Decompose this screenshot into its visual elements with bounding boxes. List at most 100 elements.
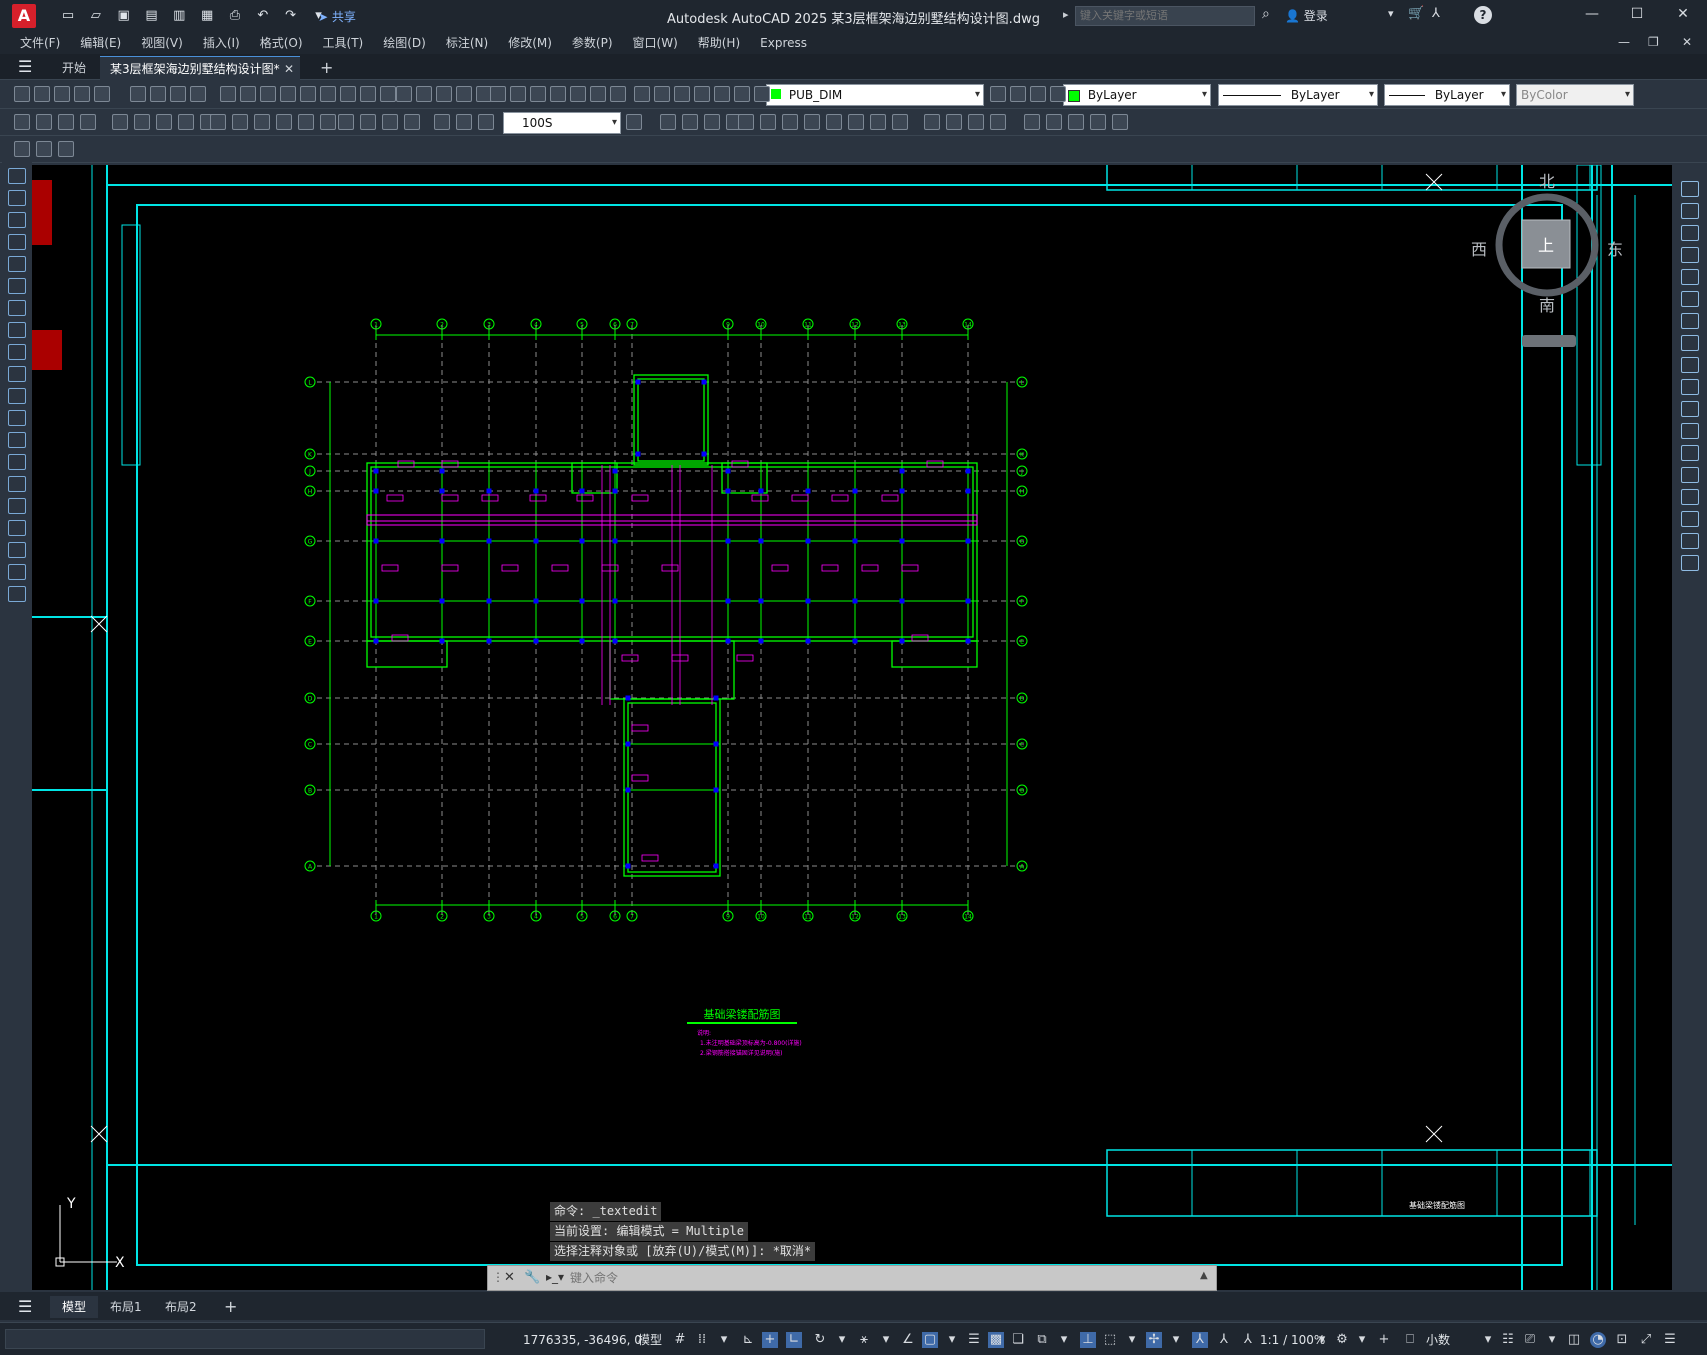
customization-icon[interactable]: ☰ [1662, 1332, 1678, 1348]
modify-tool-icon[interactable] [990, 114, 1006, 130]
menu-express[interactable]: Express [750, 32, 817, 54]
layout-menu-icon[interactable]: ☰ [18, 1297, 32, 1316]
standard-tool-icon[interactable] [754, 86, 770, 102]
modify-tool-icon[interactable] [1681, 555, 1699, 571]
model-space-toggle[interactable]: 模型 [638, 1332, 662, 1348]
isodraft-icon[interactable]: ⚹ [856, 1332, 872, 1348]
draw-tool-icon[interactable] [8, 432, 26, 448]
modify-tool-icon[interactable] [1681, 313, 1699, 329]
modify-tool-icon[interactable] [704, 114, 720, 130]
modify-tool-icon[interactable] [1681, 203, 1699, 219]
viewcube[interactable]: 上 北 南 东 西 [1471, 172, 1623, 347]
standard-tool-icon[interactable] [416, 86, 432, 102]
drawing-canvas[interactable]: 1 1 2 2 3 3 4 4 5 5 6 6 7 7 9 9 10 10 11 11 12 12 13 13 14 14 L L K K… [32, 165, 1672, 1290]
modify-tool-icon[interactable] [58, 114, 74, 130]
cart-icon[interactable]: 🛒 [1408, 6, 1424, 21]
draw-tool-icon[interactable] [8, 366, 26, 382]
isolate-objects-icon[interactable]: ◫ [1566, 1332, 1582, 1348]
autodesk-app-icon[interactable]: ⅄ [1432, 6, 1440, 21]
modify-tool-icon[interactable] [178, 114, 194, 130]
undo-icon[interactable]: ↶ [254, 8, 272, 24]
draw-tool-icon[interactable] [8, 542, 26, 558]
standard-tool-icon[interactable] [34, 86, 50, 102]
modify-tool-icon[interactable] [1681, 269, 1699, 285]
standard-tool-icon[interactable] [734, 86, 750, 102]
standard-tool-icon[interactable] [170, 86, 186, 102]
selection-cycling-icon[interactable]: ❏ [1010, 1332, 1026, 1348]
standard-tool-icon[interactable] [74, 86, 90, 102]
modify-tool-icon[interactable] [1046, 114, 1062, 130]
modify-tool-icon[interactable] [760, 114, 776, 130]
viewcube-east-label[interactable]: 东 [1607, 240, 1623, 259]
modify-tool-icon[interactable] [210, 114, 226, 130]
standard-tool-icon[interactable] [550, 86, 566, 102]
modify-tool-icon[interactable] [946, 114, 962, 130]
clean-screen-icon[interactable]: ⊡ [1614, 1332, 1630, 1348]
annotation-visibility-icon[interactable]: ⅄ [1192, 1332, 1208, 1348]
annotation-scale-dropdown-icon[interactable]: ▾ [1314, 1332, 1330, 1348]
standard-tool-icon[interactable] [300, 86, 316, 102]
modify-tool-icon[interactable] [360, 114, 376, 130]
draw-tool-icon[interactable] [8, 410, 26, 426]
gizmo-dropdown-icon[interactable]: ▾ [1168, 1332, 1184, 1348]
quick-properties-icon[interactable]: ☷ [1500, 1332, 1516, 1348]
command-history-toggle-icon[interactable]: ▲ [1200, 1270, 1208, 1281]
search-icon[interactable]: ⌕ [1262, 6, 1270, 22]
menu-draw[interactable]: 绘图(D) [373, 32, 436, 54]
modify-tool-icon[interactable] [1681, 401, 1699, 417]
tab-start[interactable]: 开始 [52, 56, 96, 80]
menu-view[interactable]: 视图(V) [131, 32, 193, 54]
autocad-logo-icon[interactable]: A [12, 4, 36, 28]
modify-tool-icon[interactable] [80, 114, 96, 130]
units-display[interactable]: 小数 [1426, 1332, 1450, 1348]
modify-tool-icon[interactable] [1681, 511, 1699, 527]
modify-tool-icon[interactable] [320, 114, 336, 130]
menu-format[interactable]: 格式(O) [250, 32, 313, 54]
object-snap-dropdown-icon[interactable]: ▾ [944, 1332, 960, 1348]
wcs-menu-button[interactable] [1522, 335, 1576, 347]
modify-tool-icon[interactable] [1090, 114, 1106, 130]
maximize-button[interactable]: ☐ [1622, 6, 1652, 26]
standard-tool-icon[interactable] [130, 86, 146, 102]
draw-tool-icon[interactable] [8, 322, 26, 338]
misc-tool-icon[interactable] [36, 141, 52, 157]
modify-tool-icon[interactable] [626, 114, 642, 130]
menu-window[interactable]: 窗口(W) [623, 32, 688, 54]
object-snap-icon[interactable]: ▢ [922, 1332, 938, 1348]
standard-tool-icon[interactable] [590, 86, 606, 102]
modify-tool-icon[interactable] [738, 114, 754, 130]
standard-tool-icon[interactable] [14, 86, 30, 102]
lock-ui-dropdown-icon[interactable]: ▾ [1544, 1332, 1560, 1348]
standard-tool-icon[interactable] [280, 86, 296, 102]
standard-tool-icon[interactable] [360, 86, 376, 102]
draw-tool-icon[interactable] [8, 476, 26, 492]
standard-tool-icon[interactable] [1030, 86, 1046, 102]
isodraft-dropdown-icon[interactable]: ▾ [878, 1332, 894, 1348]
new-tab-button[interactable]: + [310, 56, 343, 80]
standard-tool-icon[interactable] [340, 86, 356, 102]
snap-dropdown-icon[interactable]: ▾ [716, 1332, 732, 1348]
command-grip-icon[interactable]: ⋮ [492, 1270, 504, 1284]
layout-tab-layout2[interactable]: 布局2 [153, 1296, 209, 1318]
command-input[interactable] [570, 1269, 1130, 1287]
menu-insert[interactable]: 插入(I) [193, 32, 250, 54]
modify-tool-icon[interactable] [924, 114, 940, 130]
polar-dropdown-icon[interactable]: ▾ [834, 1332, 850, 1348]
standard-tool-icon[interactable] [570, 86, 586, 102]
modify-tool-icon[interactable] [478, 114, 494, 130]
menu-edit[interactable]: 编辑(E) [70, 32, 131, 54]
modify-tool-icon[interactable] [1681, 445, 1699, 461]
modify-tool-icon[interactable] [660, 114, 676, 130]
menu-modify[interactable]: 修改(M) [498, 32, 562, 54]
modify-tool-icon[interactable] [404, 114, 420, 130]
plot-icon[interactable]: ⎙ [226, 8, 244, 24]
help-search-input[interactable] [1075, 6, 1255, 26]
modify-tool-icon[interactable] [1681, 225, 1699, 241]
modify-tool-icon[interactable] [1681, 533, 1699, 549]
selection-filter-icon[interactable]: ⬚ [1102, 1332, 1118, 1348]
modify-tool-icon[interactable] [804, 114, 820, 130]
draw-tool-icon[interactable] [8, 388, 26, 404]
auto-scale-icon[interactable]: ⅄ [1216, 1332, 1232, 1348]
modify-tool-icon[interactable] [298, 114, 314, 130]
search-expand-icon[interactable]: ▸ [1063, 8, 1069, 21]
